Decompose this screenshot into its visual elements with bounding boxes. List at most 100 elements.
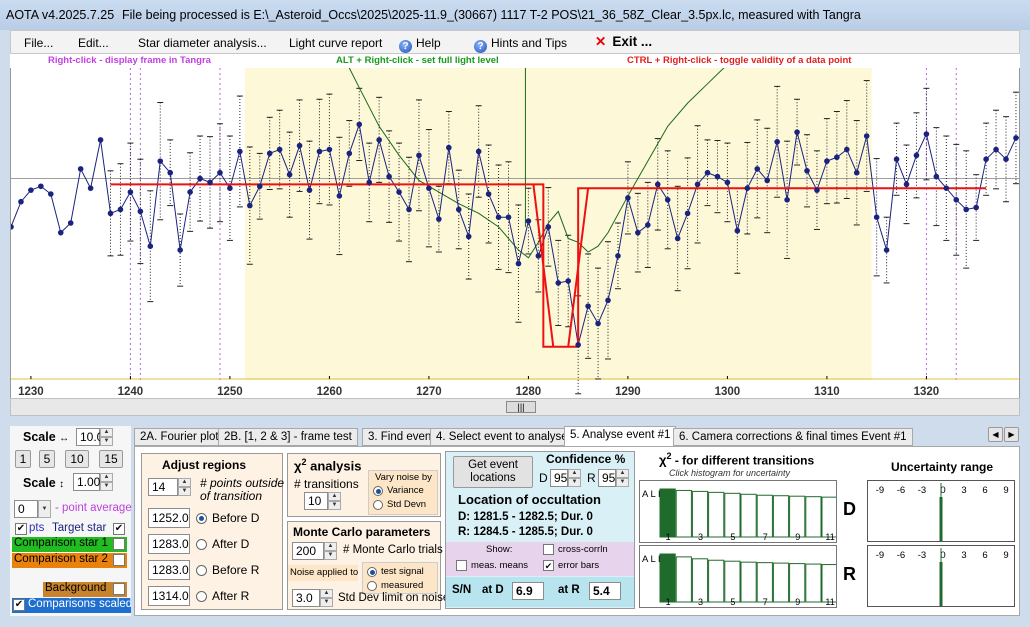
point-average-input[interactable]: 0 [14,500,38,518]
uncertainty-range-d-chart: -9 -6 -3 0 3 6 9 [876,483,1009,541]
histogram-label: 3 [698,532,703,542]
data-point [794,129,800,135]
data-point [923,131,930,137]
data-point [933,173,940,180]
scale-x-input[interactable]: 10.0 [76,428,103,446]
confidence-d-down[interactable]: ▼ [568,478,581,487]
background-checkbox[interactable] [113,583,125,595]
histogram-label: 11 [825,597,834,607]
tab-scroll-right[interactable]: ▶ [1004,427,1019,442]
vary-stddevn-radio[interactable] [373,500,383,510]
tab-analyse-event[interactable]: 5. Analyse event #1 [564,426,677,446]
chi2-histogram-r-chart[interactable]: A L L1 3 5 7 9 11 [640,546,838,607]
confidence-r-input[interactable]: 95 [598,469,616,487]
before-d-radio[interactable] [196,513,207,524]
comparison-star-2-checkbox[interactable] [113,554,125,566]
scale-x-down[interactable]: ▼ [100,437,113,446]
data-point [615,253,621,259]
noise-measured-radio[interactable] [367,581,377,591]
tab-fourier-plot[interactable]: 2A. Fourier plot [134,428,225,446]
uncertainty-tick-label: -3 [918,485,926,496]
uncertainty-range-d: -9 -6 -3 0 3 6 9 [867,480,1015,542]
comparisons-scaled-checkbox[interactable]: ✔ [13,599,25,611]
tab-select-event[interactable]: 4. Select event to analyse [430,428,574,446]
tab-camera-corrections[interactable]: 6. Camera corrections & final times Even… [673,428,913,446]
before-r-value[interactable]: 1283.0 [148,560,190,580]
x-tick-label: 1270 [416,386,442,398]
transitions-input[interactable]: 10 [304,492,328,510]
points-outside-down[interactable]: ▼ [178,487,191,496]
tab-scroll-left[interactable]: ◀ [988,427,1003,442]
points-outside-up[interactable]: ▲ [178,478,191,487]
after-d-value[interactable]: 1283.0 [148,534,190,554]
noise-options-box: test signal measured [362,562,438,594]
data-point [416,152,422,159]
monte-carlo-trials-down[interactable]: ▼ [324,551,337,560]
scale-button-15[interactable]: 15 [99,450,123,468]
histogram-bar [724,560,741,603]
confidence-d-input[interactable]: 95 [550,469,568,487]
scale-button-1[interactable]: 1 [15,450,31,468]
histogram-bar [805,563,822,603]
pts-label: pts [29,522,45,534]
after-r-value[interactable]: 1314.0 [148,586,190,606]
transitions-down[interactable]: ▼ [328,501,341,510]
menu-star-diameter[interactable]: Star diameter analysis... [138,36,267,50]
light-curve-plot[interactable]: 1230 1240 1250 1260 1270 1280 1290 1300 1310 1320 [10,68,1020,398]
menu-hints[interactable]: ? Hints and Tips [474,36,567,53]
scale-y-up[interactable]: ▲ [100,473,113,482]
comparison-star-1-checkbox[interactable] [113,538,125,550]
get-event-locations-button[interactable]: Get event locations [453,456,533,488]
data-point [635,229,641,236]
x-tick-label: 1300 [715,386,741,398]
confidence-r-up[interactable]: ▲ [616,469,629,478]
confidence-r-down[interactable]: ▼ [616,478,629,487]
light-curve-chart[interactable]: 1230 1240 1250 1260 1270 1280 1290 1300 1310 1320 [11,68,1019,398]
data-point [983,156,989,162]
scrollbar-thumb[interactable]: ||| [506,401,536,413]
monte-carlo-trials-up[interactable]: ▲ [324,542,337,551]
data-point [276,146,283,153]
chi2-histogram-r[interactable]: A L L 1 3 5 7 9 11 [639,545,838,608]
meas-means-checkbox[interactable] [456,560,467,571]
before-r-radio[interactable] [196,565,207,576]
vary-variance-radio[interactable] [373,486,383,496]
vertical-arrows-icon: ↕ [59,479,65,490]
data-point [207,179,213,186]
plot-scrollbar[interactable]: ||| [10,398,1020,416]
menu-exit[interactable]: ✕ Exit ... [595,34,652,50]
after-r-label: After R [212,589,250,603]
scale-y-input[interactable]: 1.00 [73,473,100,491]
histogram-label: 5 [730,532,735,542]
cross-correlation-checkbox[interactable] [543,544,554,555]
std-dev-limit-up[interactable]: ▲ [320,589,333,598]
scale-x-up[interactable]: ▲ [100,428,113,437]
noise-test-signal-radio[interactable] [367,567,377,577]
std-dev-limit-down[interactable]: ▼ [320,598,333,607]
chi2-histogram-d-chart[interactable]: A L L1 3 5 7 9 11 [640,481,838,542]
pts-checkbox[interactable]: ✔ [15,523,27,535]
scale-button-5[interactable]: 5 [39,450,55,468]
after-d-radio[interactable] [196,539,207,550]
point-average-dropdown[interactable]: ▼ [38,500,51,518]
confidence-d-up[interactable]: ▲ [568,469,581,478]
data-point [247,202,253,209]
chi2-histogram-d[interactable]: A L L 1 3 5 7 9 11 [639,480,838,543]
monte-carlo-trials-input[interactable]: 200 [292,542,324,560]
transitions-up[interactable]: ▲ [328,492,341,501]
menu-help[interactable]: ? Help [399,36,441,53]
before-d-value[interactable]: 1252.0 [148,508,190,528]
std-dev-limit-input[interactable]: 3.0 [292,589,320,607]
scale-y-down[interactable]: ▼ [100,482,113,491]
tab-frame-test[interactable]: 2B. [1, 2 & 3] - frame test [218,428,358,446]
error-bars-checkbox[interactable]: ✔ [543,560,554,571]
points-outside-input[interactable]: 14 [148,478,178,496]
menu-edit[interactable]: Edit... [78,36,109,50]
data-point [824,158,830,164]
after-r-radio[interactable] [196,591,207,602]
menu-file[interactable]: File... [24,36,53,50]
target-star-checkbox[interactable]: ✔ [113,523,125,535]
menu-light-curve-report[interactable]: Light curve report [289,36,382,50]
scale-button-10[interactable]: 10 [65,450,89,468]
data-point [237,148,243,155]
